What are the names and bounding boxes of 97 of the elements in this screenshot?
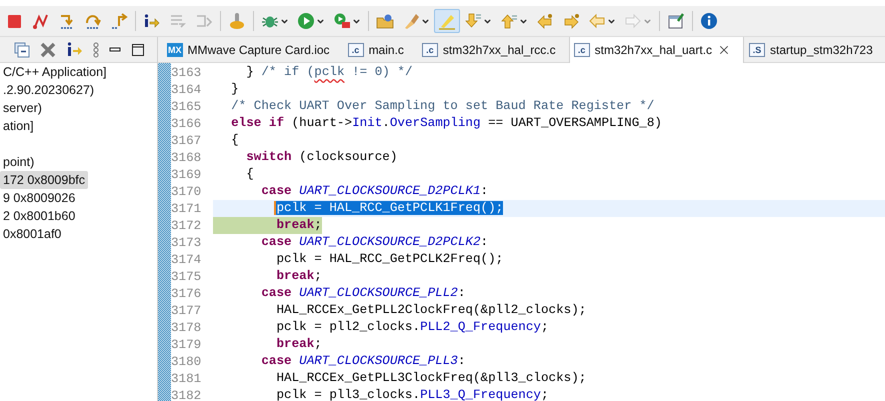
code-line: case UART_CLOCKSOURCE_D2PCLK2: [260, 234, 488, 251]
code-line: HAL_RCCEx_GetPLL2ClockFreq(&pll2_clocks); [275, 302, 586, 319]
line-number: 3181 [171, 372, 202, 386]
folder-icon [376, 12, 394, 30]
arrow-up-icon [500, 12, 518, 30]
line-number: 3177 [171, 304, 202, 318]
external-tools-icon [333, 12, 351, 30]
line-number: 3182 [171, 388, 202, 401]
editor-tab[interactable]: .c stm32h7xx_hal_uart.c [568, 37, 744, 63]
code-line: /* Check UART Over Sampling to set Baud Rate Register */ [230, 98, 654, 115]
code-line: { [245, 166, 254, 183]
tab-label: stm32h7xx_hal_uart.c [594, 43, 712, 57]
code-line: break; [275, 268, 322, 285]
code-line: switch (clocksource) [245, 149, 398, 166]
file-type-icon: .c [574, 43, 590, 57]
line-number: 3163 [171, 66, 202, 80]
line-number: 3171 [171, 202, 202, 216]
line-number: 3175 [171, 270, 202, 284]
highlight-button[interactable] [434, 9, 460, 33]
file-type-icon: MX [167, 42, 182, 56]
debug-tree-item[interactable]: 9 0x8009026 [0, 189, 78, 207]
tab-label: stm32h7xx_hal_rcc.c [442, 42, 556, 56]
code-line: pclk = pll3_clocks.PLL3_Q_Frequency; [275, 387, 549, 401]
dropdown-caret-icon [483, 16, 492, 26]
step-return-icon [110, 12, 128, 30]
collapse-all-icon[interactable] [14, 42, 30, 58]
brush-icon [402, 12, 420, 30]
drop-frame-icon [195, 12, 213, 30]
debug-tree-item[interactable]: 172 0x8009bfc [0, 171, 88, 189]
line-number: 3174 [171, 252, 202, 266]
code-line: pclk = pll2_clocks.PLL2_Q_Frequency; [275, 319, 549, 336]
file-type-icon: .S [749, 42, 766, 56]
editor-tab[interactable]: .S startup_stm32h723 [744, 37, 885, 62]
instruction-step-icon [143, 12, 161, 30]
line-number: 3176 [171, 286, 202, 300]
debug-tree-item[interactable]: 2 0x8001b60 [0, 207, 78, 225]
stop-icon [6, 12, 24, 30]
code-line: } /* if (pclk != 0) */ [245, 64, 413, 81]
code-line: case UART_CLOCKSOURCE_PLL2: [260, 285, 466, 302]
remove-icon[interactable] [39, 40, 57, 58]
arrow-left-icon [588, 12, 606, 30]
lever-icon [228, 12, 246, 30]
line-number: 3169 [171, 168, 202, 182]
editor-tab[interactable]: .c stm32h7xx_hal_rcc.c [416, 37, 569, 62]
line-number: 3172 [171, 218, 202, 232]
lines-arrow-icon [169, 12, 187, 30]
debug-tree-item[interactable]: .2.90.20230627) [0, 81, 98, 99]
line-number: 3170 [171, 184, 202, 198]
line-number: 3179 [171, 338, 202, 352]
debug-tree-item[interactable]: 0x8001af0 [0, 225, 64, 243]
window-pin-icon [667, 12, 685, 30]
code-line: pclk = HAL_RCC_GetPCLK2Freq(); [275, 251, 504, 268]
tab-label: startup_stm32h723 [770, 42, 873, 56]
line-number: 3178 [171, 320, 202, 334]
editor-tab[interactable]: MX MMwave Capture Card.ioc [162, 37, 343, 62]
file-type-icon: .c [348, 42, 364, 56]
disconnect-icon [32, 12, 50, 30]
line-number: 3173 [171, 236, 202, 250]
dropdown-caret-icon [607, 16, 616, 26]
code-line: else if (huart->Init.OverSampling == UART_OVERSAMPLING_8) [230, 115, 662, 132]
maximize-icon[interactable] [131, 42, 145, 56]
debug-tree-item[interactable]: ation] [0, 117, 37, 135]
dropdown-caret-icon [519, 16, 528, 26]
play-icon [297, 12, 315, 30]
tab-label: MMwave Capture Card.ioc [188, 42, 330, 56]
instruction-step-icon[interactable] [66, 42, 84, 58]
line-number: 3180 [171, 354, 202, 368]
dropdown-caret-icon [280, 16, 289, 26]
dropdown-caret-icon [352, 16, 361, 26]
code-line: { [230, 132, 239, 149]
debug-tree-item[interactable]: server) [0, 99, 45, 117]
arrow-right-icon [562, 12, 580, 30]
highlighter-icon [438, 12, 456, 30]
line-number: 3167 [171, 134, 202, 148]
tab-label: main.c [368, 42, 404, 56]
code-line: case UART_CLOCKSOURCE_D2PCLK1: [260, 183, 488, 200]
arrow-right-icon [624, 12, 642, 30]
code-line: } [230, 81, 239, 98]
arrow-down-icon [464, 12, 482, 30]
debug-tree-item[interactable]: C/C++ Application] [0, 63, 110, 81]
code-line: break; [275, 336, 322, 353]
code-line: case UART_CLOCKSOURCE_PLL3: [260, 353, 466, 370]
more-options-icon[interactable] [93, 42, 99, 58]
line-number: 3168 [171, 150, 202, 164]
arrow-left-icon [536, 12, 554, 30]
line-number: 3166 [171, 116, 202, 130]
editor-tab[interactable]: .c main.c [342, 37, 417, 62]
dropdown-caret-icon [643, 16, 652, 26]
info-icon [700, 12, 718, 30]
file-type-icon: .c [422, 42, 438, 56]
step-over-icon [84, 12, 102, 30]
code-line: HAL_RCCEx_GetPLL3ClockFreq(&pll3_clocks); [275, 370, 586, 387]
dropdown-caret-icon [316, 16, 325, 26]
line-number: 3164 [171, 82, 202, 96]
line-number: 3165 [171, 100, 202, 114]
dropdown-caret-icon [421, 16, 430, 26]
debug-tree-item[interactable]: point) [0, 153, 38, 171]
